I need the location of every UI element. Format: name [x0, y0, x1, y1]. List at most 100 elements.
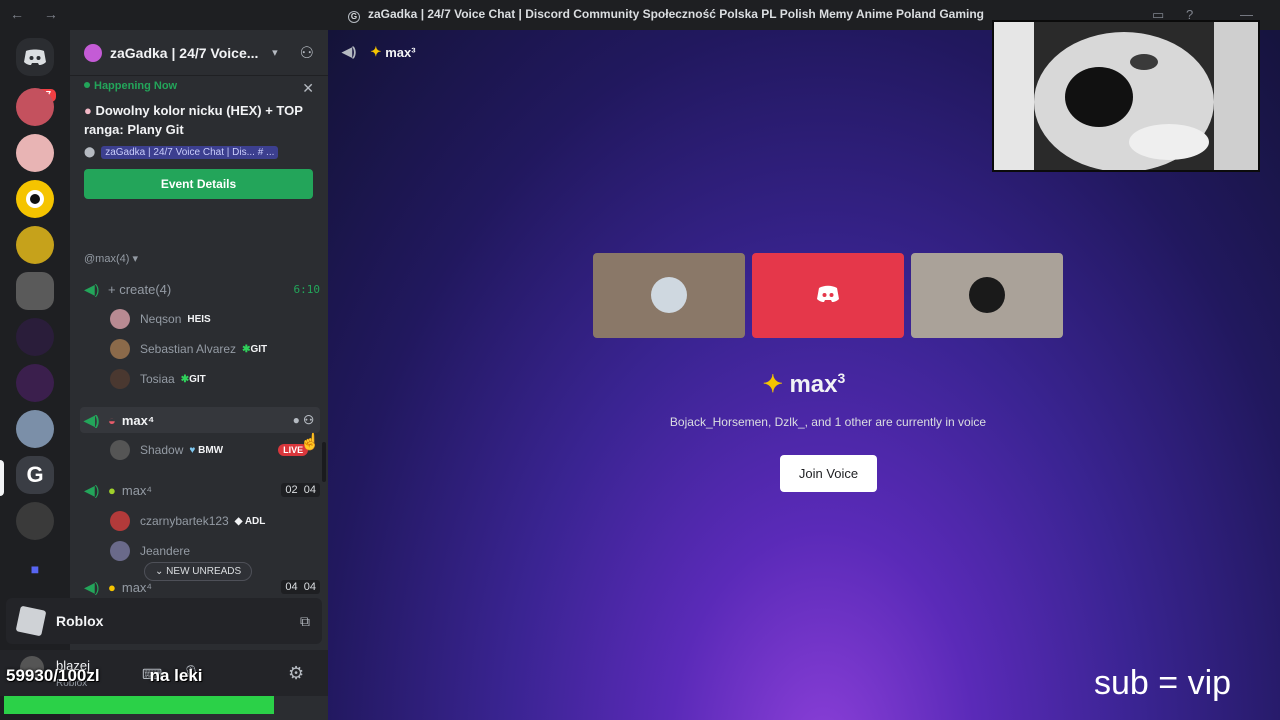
- event-location-text: zaGadka | 24/7 Voice Chat | Dis...: [105, 146, 255, 158]
- discord-logo-icon: [817, 285, 839, 302]
- apple-icon: ●: [108, 482, 116, 498]
- channel-header: ◀) ✦ max³: [342, 44, 416, 60]
- user-tag-text: GIT: [189, 373, 206, 385]
- webcam-overlay: [992, 20, 1260, 172]
- user-name: Tosiaa: [140, 372, 175, 386]
- invite-icon[interactable]: ⚇: [300, 43, 314, 63]
- user-tag: ✱GIT: [242, 343, 268, 355]
- voice-channel[interactable]: ◀) + create(4) 6:10: [80, 276, 320, 302]
- server-icon[interactable]: [16, 410, 54, 448]
- server-icon[interactable]: [16, 272, 54, 310]
- chevron-down-icon: ⌄: [155, 566, 164, 577]
- activity-name: Roblox: [56, 613, 104, 629]
- settings-gear-icon[interactable]: ⚙: [288, 663, 304, 684]
- voice-user[interactable]: Tosiaa ✱GIT: [110, 367, 206, 391]
- cursor-icon: ☝: [300, 434, 320, 451]
- scrollbar[interactable]: [322, 442, 326, 482]
- category-header[interactable]: @max(4) ▾: [84, 252, 138, 265]
- event-location[interactable]: ⬤ zaGadka | 24/7 Voice Chat | Dis... # .…: [84, 144, 314, 160]
- speaker-icon: ◀): [84, 481, 100, 498]
- server-icon[interactable]: [16, 180, 54, 218]
- channel-header-title: max³: [385, 44, 416, 60]
- server-icon[interactable]: [16, 318, 54, 356]
- zagadka-server-icon[interactable]: G: [16, 456, 54, 494]
- avatar: [110, 309, 130, 329]
- event-details-button[interactable]: Event Details: [84, 169, 313, 199]
- roblox-icon: [15, 605, 47, 637]
- user-tag: ◆ ADL: [234, 515, 266, 527]
- voice-participants-text: Bojack_Horsemen, Dzlk_, and 1 other are …: [669, 415, 987, 429]
- server-icon[interactable]: [16, 226, 54, 264]
- voice-channel-label: max⁴: [121, 482, 153, 498]
- participant-tile[interactable]: [752, 253, 904, 338]
- window-title: GzaGadka | 24/7 Voice Chat | Discord Com…: [348, 7, 984, 23]
- voice-channel[interactable]: ◀) ● max⁴ 04 04: [80, 579, 320, 595]
- user-tag: ✱GIT: [180, 373, 206, 385]
- voice-channel-sup: 3: [837, 370, 846, 386]
- donation-progress-bar: [4, 696, 274, 714]
- donation-goal-text: 59930/100zl na leki: [6, 666, 203, 686]
- discord-home-icon[interactable]: [16, 38, 54, 76]
- activity-panel[interactable]: Roblox ⧉: [6, 598, 322, 644]
- chevron-down-icon: ▾: [272, 47, 278, 59]
- voice-user[interactable]: czarnybartek123 ◆ ADL: [110, 509, 265, 533]
- voice-user[interactable]: Sebastian Alvarez ✱GIT: [110, 337, 267, 361]
- location-pin-icon: ⬤: [84, 146, 96, 158]
- voice-channel-label: max⁴: [121, 579, 153, 595]
- activity-popout-icon[interactable]: ⧉: [300, 613, 310, 630]
- voice-channel-timer: 6:10: [293, 282, 321, 296]
- server-icon[interactable]: [16, 88, 54, 126]
- server-badge-icon: [84, 43, 102, 62]
- palette-icon: ●: [84, 103, 92, 118]
- participant-tile[interactable]: [593, 253, 745, 338]
- voice-channel-counter: 02 04: [281, 483, 320, 497]
- avatar: [110, 541, 130, 561]
- avatar: [969, 277, 1005, 313]
- speaker-icon: ◀): [84, 579, 100, 595]
- chat-icon[interactable]: ● ⚇: [293, 413, 314, 427]
- event-location-suffix: # ...: [257, 146, 275, 158]
- event-location-link[interactable]: zaGadka | 24/7 Voice Chat | Dis... # ...: [101, 145, 279, 159]
- voice-channel[interactable]: ◀) ● max⁴ 02 04: [80, 477, 320, 503]
- user-name: czarnybartek123: [140, 514, 229, 528]
- voice-user[interactable]: Shadow ♥ BMW LIVE: [110, 438, 309, 462]
- window-title-text: zaGadka | 24/7 Voice Chat | Discord Comm…: [368, 7, 984, 21]
- server-header[interactable]: zaGadka | 24/7 Voice... ▾ ⚇: [70, 30, 328, 76]
- voice-user[interactable]: Jeandere: [110, 539, 190, 563]
- avatar: [110, 369, 130, 389]
- speaker-icon: ◀): [84, 280, 100, 297]
- close-icon[interactable]: ✕: [302, 80, 314, 97]
- voice-channel-active[interactable]: ◀) ◒ max⁴ ● ⚇: [80, 407, 320, 433]
- user-tag-text: BMW: [198, 444, 224, 456]
- participant-tile[interactable]: [911, 253, 1063, 338]
- server-icon[interactable]: [16, 502, 54, 540]
- donation-counter: 59930/100zl: [6, 666, 100, 685]
- avatar: [110, 339, 130, 359]
- avatar: [110, 511, 130, 531]
- voice-channel-label: max⁴: [121, 412, 155, 428]
- nav-arrows[interactable]: ← →: [10, 6, 66, 22]
- speaker-icon: ◀): [84, 411, 100, 428]
- server-name: zaGadka | 24/7 Voice...: [110, 44, 259, 61]
- corn-icon: ✦: [762, 371, 783, 398]
- server-icon[interactable]: [16, 364, 54, 402]
- avatar: [651, 277, 687, 313]
- folder-icon[interactable]: ■: [16, 550, 54, 588]
- counter-limit: 04: [303, 484, 316, 496]
- voice-channel-counter: 04 04: [281, 580, 320, 594]
- user-name: Jeandere: [140, 544, 191, 558]
- user-tag-text: GIT: [250, 343, 268, 355]
- watermelon-icon: ◒: [108, 412, 116, 428]
- selected-server-pill: [0, 460, 4, 496]
- counter-limit: 04: [303, 581, 316, 593]
- counter-current: 04: [285, 581, 298, 593]
- goal-label: na leki: [149, 666, 203, 685]
- voice-channel-name-text: max: [789, 371, 838, 398]
- user-tag-text: ADL: [244, 515, 266, 527]
- avatar: [110, 440, 130, 460]
- user-tag: ♥ BMW: [189, 444, 224, 456]
- voice-user[interactable]: Neqson HEIS: [110, 307, 211, 331]
- join-voice-button[interactable]: Join Voice: [780, 455, 877, 492]
- server-icon[interactable]: [16, 134, 54, 172]
- user-name: Sebastian Alvarez: [140, 342, 237, 356]
